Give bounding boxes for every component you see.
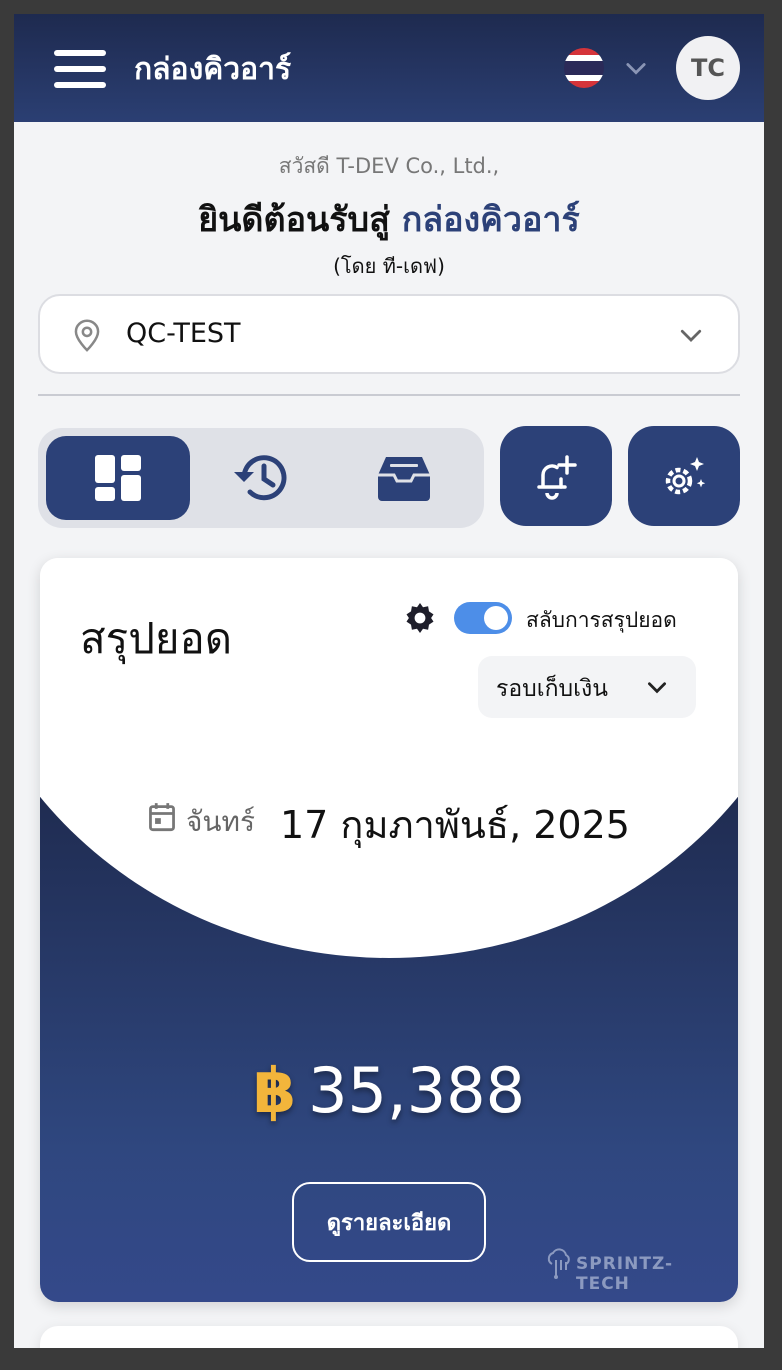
summary-title: สรุปยอด bbox=[80, 614, 232, 663]
dashboard-icon bbox=[95, 455, 141, 501]
chevron-down-icon[interactable] bbox=[622, 54, 650, 82]
sprintz-tech-logo: SPRINTZ-TECH bbox=[546, 1248, 716, 1294]
date-text: 17 กุมภาพันธ์, 2025 bbox=[280, 803, 630, 847]
welcome-title: ยินดีต้อนรับสู่ กล่องคิวอาร์ bbox=[14, 192, 764, 246]
thai-flag-icon[interactable] bbox=[564, 48, 604, 88]
next-card bbox=[40, 1326, 738, 1348]
welcome-brand: กล่องคิวอาร์ bbox=[401, 200, 580, 240]
byline: (โดย ที-เดฟ) bbox=[333, 254, 445, 278]
bell-plus-icon bbox=[537, 455, 577, 500]
branch-value: QC-TEST bbox=[126, 318, 241, 349]
location-pin-icon bbox=[74, 319, 100, 352]
app-title: กล่องคิวอาร์ bbox=[134, 52, 292, 87]
hamburger-menu-icon[interactable] bbox=[54, 50, 106, 88]
logo-text: SPRINTZ-TECH bbox=[576, 1254, 674, 1294]
divider bbox=[38, 394, 740, 396]
cycle-label: รอบเก็บเงิน bbox=[496, 676, 608, 702]
view-details-button[interactable]: ดูรายละเอียด bbox=[292, 1182, 486, 1262]
chevron-down-icon bbox=[680, 329, 702, 342]
cloud-circuit-icon bbox=[547, 1248, 570, 1279]
top-bar: กล่องคิวอาร์ TC bbox=[14, 14, 764, 122]
avatar[interactable]: TC bbox=[676, 36, 740, 100]
summary-toggle[interactable] bbox=[454, 602, 512, 634]
history-icon bbox=[234, 455, 287, 501]
chevron-down-icon bbox=[648, 682, 666, 694]
amount-value: 35,388 bbox=[308, 1054, 526, 1127]
app-screen: กล่องคิวอาร์ TC สวัสดี T-DEV Co., Ltd., … bbox=[14, 14, 764, 1348]
branch-select[interactable]: QC-TEST bbox=[38, 294, 740, 374]
collection-cycle-select[interactable]: รอบเก็บเงิน bbox=[478, 656, 696, 718]
tab-history[interactable] bbox=[190, 436, 334, 520]
settings-button[interactable] bbox=[628, 426, 740, 526]
tab-inbox[interactable] bbox=[332, 436, 476, 520]
total-amount: ฿ 35,388 bbox=[40, 1054, 738, 1127]
calendar-icon bbox=[149, 803, 175, 832]
tab-dashboard[interactable] bbox=[46, 436, 190, 520]
day-of-week: จันทร์ bbox=[186, 805, 256, 838]
gear-sparkle-icon bbox=[665, 457, 706, 495]
welcome-prefix: ยินดีต้อนรับสู่ bbox=[198, 200, 390, 240]
toggle-label: สลับการสรุปยอด bbox=[526, 608, 677, 632]
currency-symbol: ฿ bbox=[252, 1054, 297, 1127]
summary-card: สรุปยอด สลับการสรุปยอด รอบเก็บเงิน จันทร… bbox=[40, 558, 738, 1302]
inbox-icon bbox=[378, 457, 430, 501]
gear-icon[interactable] bbox=[402, 600, 438, 636]
view-tabs bbox=[38, 428, 484, 528]
date-row: จันทร์ 17 กุมภาพันธ์, 2025 bbox=[40, 790, 738, 850]
greeting-text: สวัสดี T-DEV Co., Ltd., bbox=[278, 154, 500, 178]
add-notification-button[interactable] bbox=[500, 426, 612, 526]
